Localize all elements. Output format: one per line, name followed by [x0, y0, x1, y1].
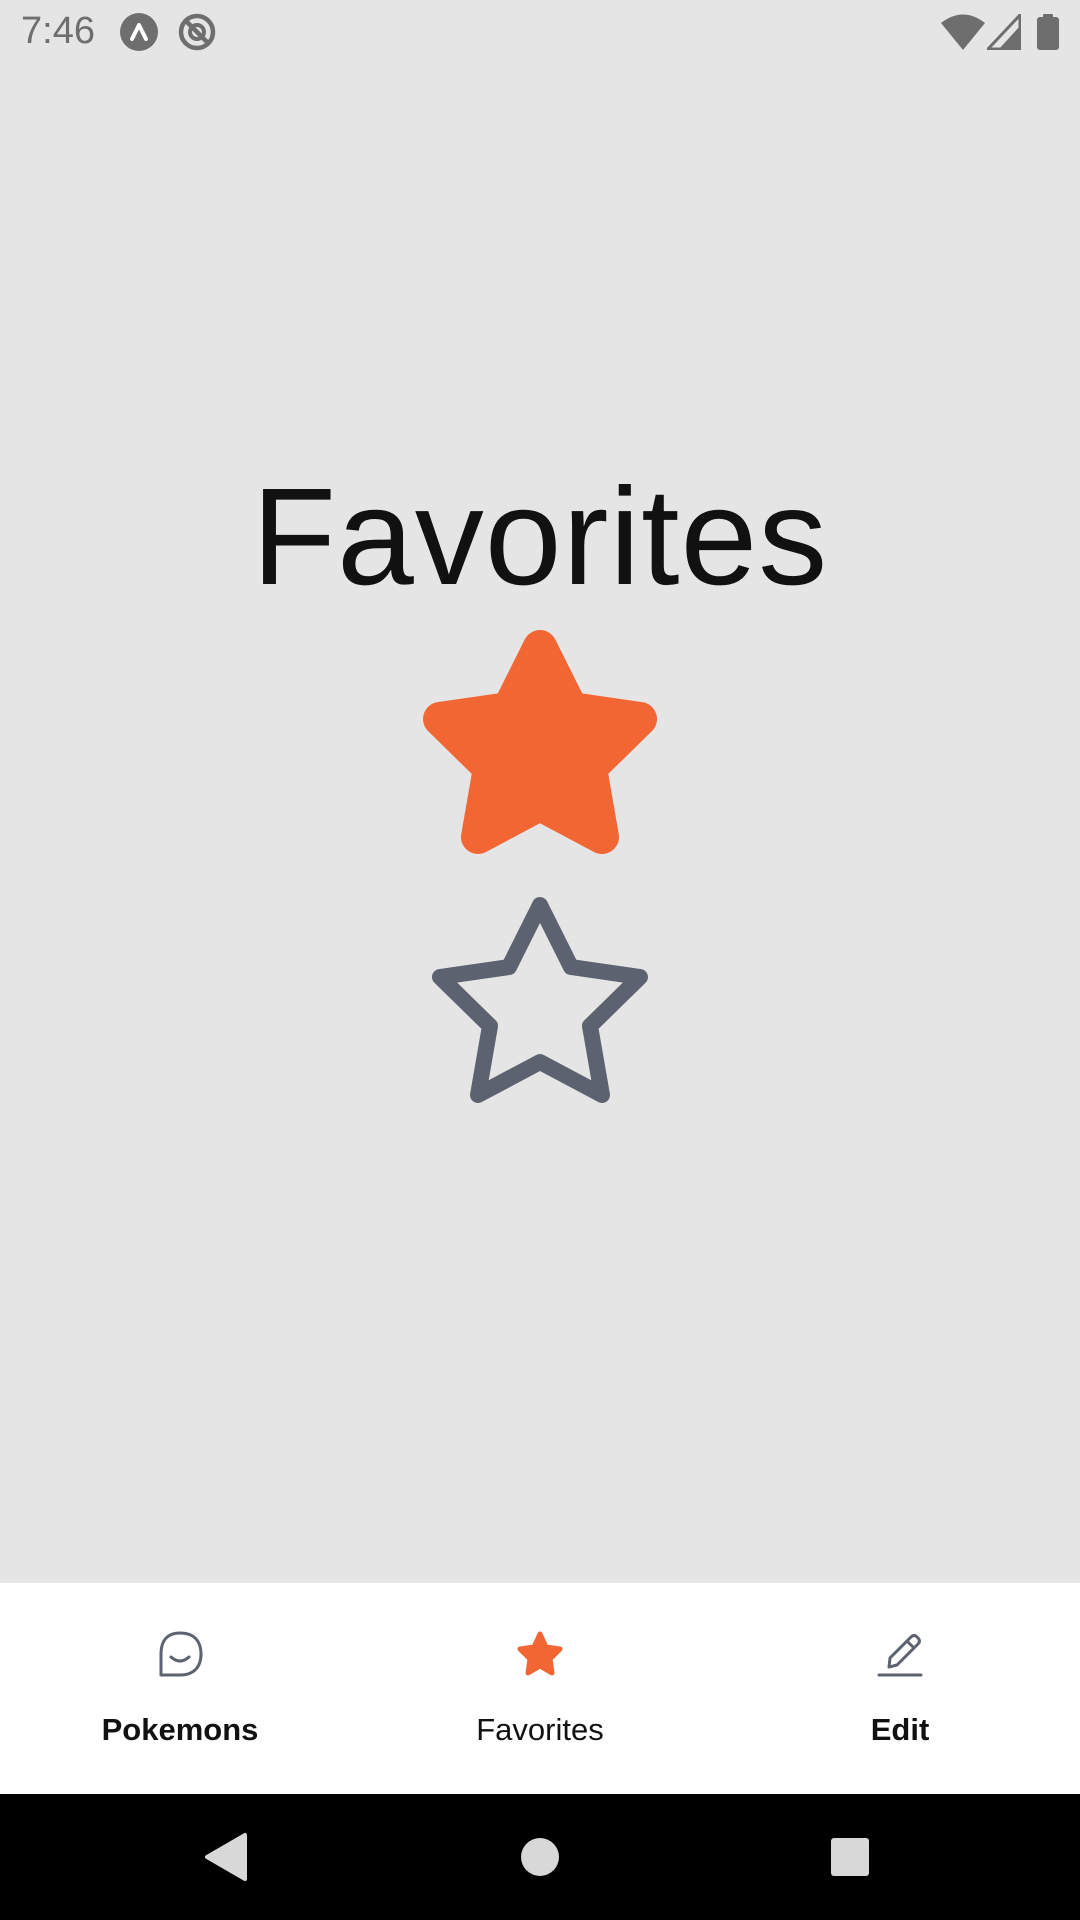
star-filled-icon[interactable] [420, 627, 660, 867]
pencil-icon [877, 1634, 923, 1677]
nav-item-pokemons[interactable]: Pokemons [0, 1583, 360, 1794]
wifi-icon [941, 14, 985, 50]
status-bar: 7:46 [0, 0, 1080, 63]
nav-label-favorites: Favorites [476, 1712, 604, 1747]
signal-icon [987, 14, 1021, 50]
star-icon [517, 1631, 563, 1676]
page-title: Favorites [251, 460, 829, 614]
battery-icon [1037, 14, 1059, 50]
smile-face-icon [159, 1631, 203, 1677]
app-notification-icon [120, 13, 158, 51]
nav-label-pokemons: Pokemons [101, 1712, 259, 1747]
app-screen: 7:46 Favorites Pokemons Favorites Edit [0, 0, 1080, 1920]
nav-label-edit: Edit [870, 1712, 930, 1747]
star-outline-icon[interactable] [420, 883, 660, 1123]
status-time: 7:46 [21, 10, 95, 52]
sync-notification-icon [178, 13, 216, 51]
bottom-navigation: Pokemons Favorites Edit [0, 1583, 1080, 1794]
home-icon[interactable] [510, 1827, 570, 1887]
nav-item-edit[interactable]: Edit [720, 1583, 1080, 1794]
system-navigation-bar [0, 1794, 1080, 1920]
recents-icon[interactable] [820, 1827, 880, 1887]
back-icon[interactable] [195, 1827, 255, 1887]
nav-item-favorites[interactable]: Favorites [360, 1583, 720, 1794]
